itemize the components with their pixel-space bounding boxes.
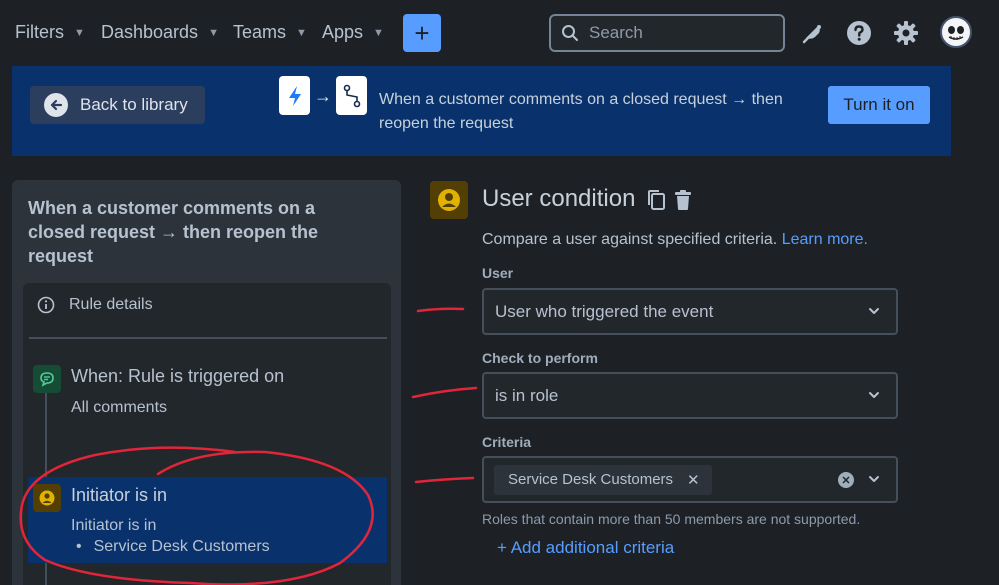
user-select-value: User who triggered the event [495,301,714,321]
banner-description: When a customer comments on a closed req… [379,91,783,132]
help-icon [847,21,871,45]
check-select[interactable]: is in role [482,372,898,419]
trigger-subtitle: All comments [71,399,168,416]
condition-title: User condition [482,185,636,212]
condition-item-bullet: • Service Desk Customers [76,538,270,556]
criteria-tag-label: Service Desk Customers [508,471,674,488]
criteria-tag: Service Desk Customers ✕ [494,464,712,495]
trigger-flow-icon [279,76,310,115]
help-button[interactable] [843,17,875,49]
branch-icon [343,84,360,107]
create-button[interactable]: + [403,14,441,52]
divider [29,337,387,339]
check-field-label: Check to perform [482,350,598,366]
rule-details-item[interactable]: Rule details [37,296,153,314]
chevron-down-icon [869,308,879,314]
search-input[interactable]: Search [549,14,785,52]
condition-item-title: Initiator is in [71,485,168,505]
notifications-button[interactable] [796,17,828,49]
action-flow-icon [336,76,367,115]
trigger-comment-icon [33,365,61,393]
nav-filters[interactable]: Filters ▼ [15,22,85,43]
skull-avatar-icon [948,26,964,40]
chevron-down-icon: ▼ [373,26,384,39]
check-select-value: is in role [495,385,559,405]
chevron-down-icon [869,392,879,398]
nav-dashboards-label: Dashboards [101,22,199,42]
turn-it-on-button[interactable]: Turn it on [828,86,930,124]
user-select[interactable]: User who triggered the event [482,288,898,335]
rule-details-label: Rule details [69,296,153,313]
top-nav: Filters ▼ Dashboards ▼ Teams ▼ Apps ▼ + … [0,0,999,66]
chevron-down-icon: ▼ [296,26,307,39]
condition-item-bullet-text: Service Desk Customers [93,538,270,555]
user-condition-icon [33,484,61,512]
nav-filters-label: Filters [15,22,64,42]
nav-teams-label: Teams [233,22,287,42]
bell-icon [802,25,821,44]
gear-icon [894,21,918,45]
learn-more-link[interactable]: Learn more. [782,231,868,248]
nav-apps[interactable]: Apps ▼ [322,22,384,43]
clear-icon[interactable]: ✕ [838,472,854,488]
condition-description-text: Compare a user against specified criteri… [482,231,778,248]
arrow-left-icon [44,93,68,117]
user-field-label: User [482,265,514,281]
arrow-right-icon: → [314,86,332,106]
copy-icon[interactable] [645,188,667,212]
trigger-title[interactable]: When: Rule is triggered on [71,366,284,387]
trash-icon[interactable] [672,188,694,212]
search-icon [562,25,578,41]
rule-title: When a customer comments on a closed req… [28,198,319,266]
back-to-library-label: Back to library [80,95,188,114]
avatar[interactable] [940,16,972,48]
annotation-stroke [416,307,465,313]
chevron-down-icon: ▼ [208,26,219,39]
criteria-field-label: Criteria [482,434,532,450]
search-placeholder: Search [589,23,643,42]
criteria-select[interactable]: Service Desk Customers ✕ ✕ [482,456,898,503]
condition-description: Compare a user against specified criteri… [482,231,868,249]
back-to-library-button[interactable]: Back to library [30,86,205,124]
settings-button[interactable] [890,17,922,49]
lightning-icon [288,85,301,106]
chevron-down-icon [869,476,879,482]
add-criteria-link[interactable]: + Add additional criteria [497,538,674,558]
nav-teams[interactable]: Teams ▼ [233,22,307,43]
bullet-icon: • [76,538,82,555]
criteria-hint: Roles that contain more than 50 members … [482,511,861,527]
annotation-stroke [414,476,475,484]
user-condition-icon [430,181,468,219]
condition-item-subtitle: Initiator is in [71,517,157,534]
nav-apps-label: Apps [322,22,364,42]
annotation-stroke [411,386,478,399]
nav-dashboards[interactable]: Dashboards ▼ [101,22,219,43]
info-icon [37,296,55,314]
remove-tag-icon[interactable]: ✕ [687,471,700,489]
chevron-down-icon: ▼ [74,26,85,39]
